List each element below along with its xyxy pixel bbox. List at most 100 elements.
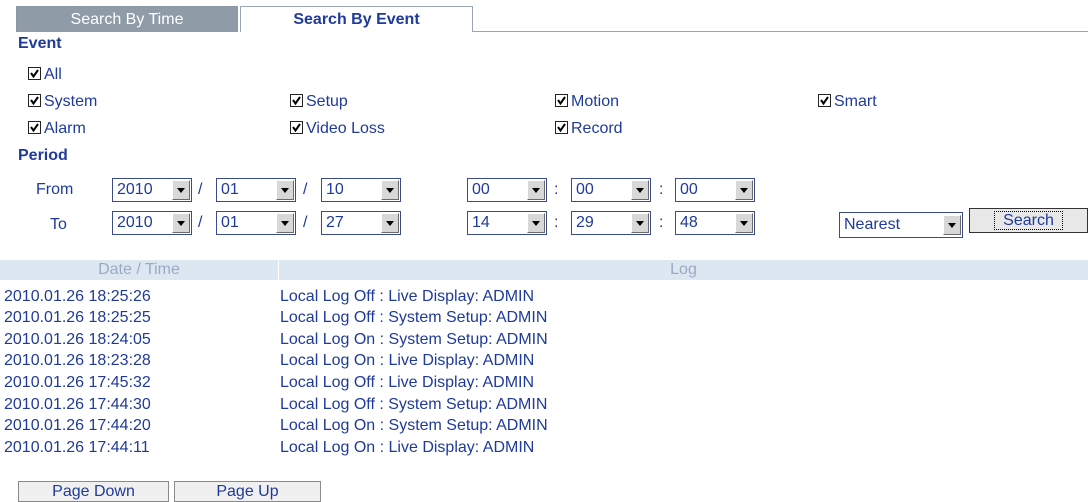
from-second-select[interactable]: 00: [675, 178, 755, 202]
row-log: Local Log Off : System Setup: ADMIN: [280, 309, 548, 326]
event-heading: Event: [18, 35, 62, 52]
row-log: Local Log Off : Live Display: ADMIN: [280, 288, 535, 305]
checkbox-system-label: System: [44, 93, 98, 110]
page-up-button[interactable]: Page Up: [174, 481, 321, 502]
date-separator: /: [303, 214, 308, 231]
from-hour-value: 00: [472, 181, 490, 198]
row-log: Local Log On : System Setup: ADMIN: [280, 331, 548, 348]
tab-search-by-time[interactable]: Search By Time: [16, 6, 238, 32]
to-month-select[interactable]: 01: [216, 211, 296, 235]
table-row[interactable]: 2010.01.26 17:44:30 Local Log Off : Syste…: [0, 394, 1088, 415]
search-mode-select[interactable]: Nearest: [839, 212, 963, 238]
from-day-select[interactable]: 10: [321, 178, 401, 202]
page-down-button[interactable]: Page Down: [18, 481, 169, 502]
dropdown-arrow-icon[interactable]: [381, 213, 399, 233]
time-separator: :: [659, 181, 664, 198]
date-separator: /: [303, 181, 308, 198]
date-separator: /: [198, 181, 203, 198]
checkbox-system[interactable]: System: [28, 92, 97, 112]
tab-bar: Search By Time Search By Event: [0, 0, 1088, 32]
dropdown-arrow-icon[interactable]: [381, 180, 399, 200]
row-log: Local Log On : Live Display: ADMIN: [280, 352, 535, 369]
checkbox-smart-label: Smart: [834, 93, 877, 110]
to-second-select[interactable]: 48: [675, 211, 755, 235]
time-separator: :: [554, 181, 559, 198]
dropdown-arrow-icon[interactable]: [631, 180, 649, 200]
to-minute-value: 29: [576, 214, 594, 231]
table-row[interactable]: 2010.01.26 18:25:26 Local Log Off : Live …: [0, 286, 1088, 307]
from-minute-select[interactable]: 00: [571, 178, 651, 202]
table-row[interactable]: 2010.01.26 17:44:11 Local Log On : Live D…: [0, 437, 1088, 458]
checkbox-all-label: All: [44, 66, 62, 83]
time-separator: :: [554, 214, 559, 231]
row-datetime: 2010.01.26 18:24:05: [4, 331, 151, 348]
to-year-select[interactable]: 2010: [112, 211, 192, 235]
from-month-value: 01: [221, 181, 239, 198]
table-row[interactable]: 2010.01.26 18:24:05 Local Log On : System…: [0, 329, 1088, 350]
checkbox-video-loss-label: Video Loss: [306, 120, 385, 137]
row-datetime: 2010.01.26 18:25:26: [4, 288, 151, 305]
table-row[interactable]: 2010.01.26 17:44:20 Local Log On : System…: [0, 415, 1088, 436]
tab-search-by-event[interactable]: Search By Event: [240, 6, 473, 32]
from-second-value: 00: [680, 181, 698, 198]
dropdown-arrow-icon[interactable]: [527, 180, 545, 200]
checkbox-setup[interactable]: Setup: [290, 92, 348, 112]
dropdown-arrow-icon[interactable]: [631, 213, 649, 233]
checkbox-video-loss[interactable]: Video Loss: [290, 119, 385, 139]
row-log: Local Log Off : System Setup: ADMIN: [280, 396, 548, 413]
table-row[interactable]: 2010.01.26 18:25:25 Local Log Off : Syste…: [0, 307, 1088, 328]
dropdown-arrow-icon[interactable]: [527, 213, 545, 233]
checkbox-check-icon: [28, 121, 41, 134]
checkbox-all[interactable]: All: [28, 65, 62, 85]
dropdown-arrow-icon[interactable]: [735, 213, 753, 233]
dropdown-arrow-icon[interactable]: [735, 180, 753, 200]
column-header-date-time: Date / Time: [98, 261, 180, 278]
checkbox-check-icon: [290, 121, 303, 134]
from-year-value: 2010: [117, 181, 153, 198]
column-header-log: Log: [670, 261, 697, 278]
row-datetime: 2010.01.26 17:45:32: [4, 374, 151, 391]
to-month-value: 01: [221, 214, 239, 231]
to-hour-select[interactable]: 14: [467, 211, 547, 235]
from-year-select[interactable]: 2010: [112, 178, 192, 202]
dropdown-arrow-icon[interactable]: [172, 213, 190, 233]
checkbox-motion[interactable]: Motion: [555, 92, 619, 112]
from-label: From: [36, 181, 74, 198]
time-separator: :: [659, 214, 664, 231]
row-datetime: 2010.01.26 18:23:28: [4, 352, 151, 369]
row-datetime: 2010.01.26 17:44:11: [4, 439, 150, 456]
to-minute-select[interactable]: 29: [571, 211, 651, 235]
dropdown-arrow-icon[interactable]: [276, 213, 294, 233]
search-button[interactable]: Search: [969, 208, 1088, 233]
dropdown-arrow-icon[interactable]: [276, 180, 294, 200]
table-row[interactable]: 2010.01.26 17:45:32 Local Log Off : Live …: [0, 372, 1088, 393]
checkbox-record[interactable]: Record: [555, 119, 623, 139]
checkbox-motion-label: Motion: [571, 93, 620, 110]
row-datetime: 2010.01.26 17:44:30: [4, 396, 151, 413]
to-second-value: 48: [680, 214, 698, 231]
to-day-select[interactable]: 27: [321, 211, 401, 235]
from-month-select[interactable]: 01: [216, 178, 296, 202]
checkbox-check-icon: [818, 94, 831, 107]
checkbox-smart[interactable]: Smart: [818, 92, 877, 112]
checkbox-record-label: Record: [571, 120, 623, 137]
to-hour-value: 14: [472, 214, 490, 231]
from-minute-value: 00: [576, 181, 594, 198]
row-log: Local Log On : System Setup: ADMIN: [280, 417, 548, 434]
to-label: To: [50, 216, 67, 233]
period-heading: Period: [18, 147, 68, 164]
checkbox-alarm[interactable]: Alarm: [28, 119, 86, 139]
search-button-label: Search: [994, 211, 1063, 230]
from-hour-select[interactable]: 00: [467, 178, 547, 202]
log-table-header: Date / Time Log: [0, 260, 1088, 280]
tab-divider: [473, 31, 1088, 32]
dropdown-arrow-icon[interactable]: [172, 180, 190, 200]
from-day-value: 10: [326, 181, 344, 198]
table-row[interactable]: 2010.01.26 18:23:28 Local Log On : Live D…: [0, 350, 1088, 371]
dropdown-arrow-icon[interactable]: [943, 215, 961, 235]
to-day-value: 27: [326, 214, 344, 231]
row-log: Local Log On : Live Display: ADMIN: [280, 439, 535, 456]
checkbox-check-icon: [28, 94, 41, 107]
search-mode-value: Nearest: [844, 216, 901, 233]
row-datetime: 2010.01.26 17:44:20: [4, 417, 151, 434]
